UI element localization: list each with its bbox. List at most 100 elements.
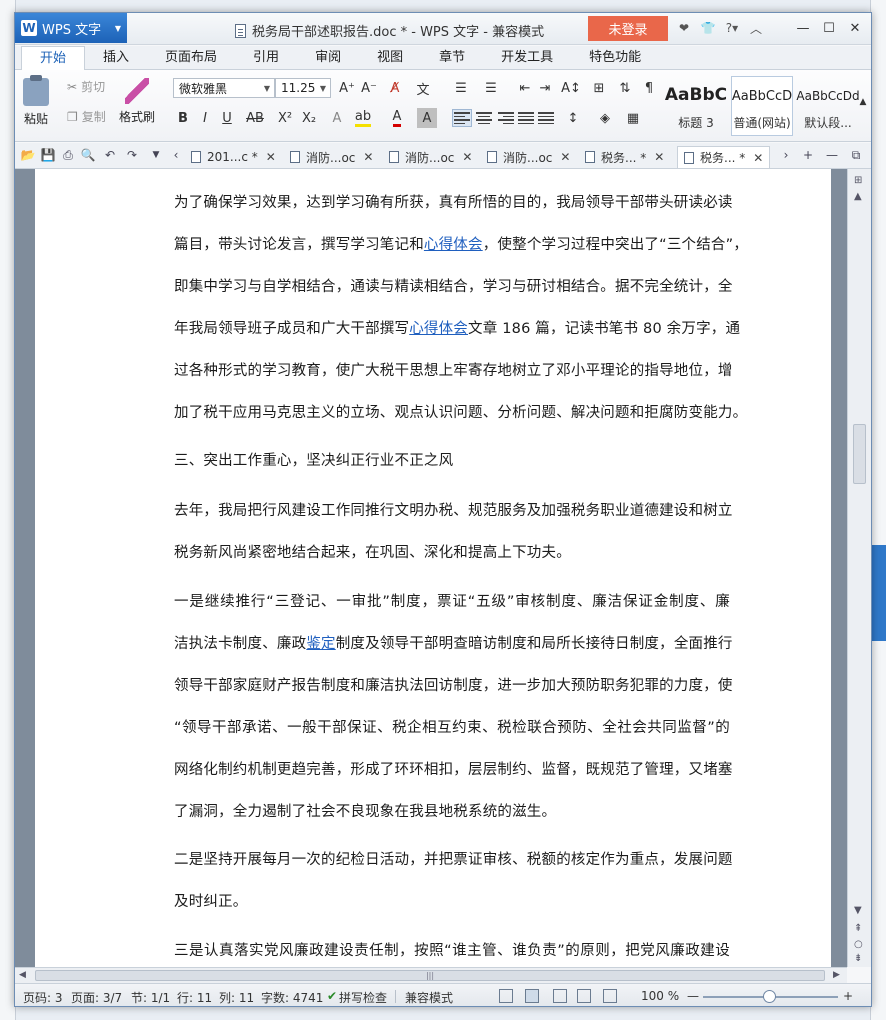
tab-review[interactable]: 审阅: [297, 46, 359, 69]
outline-view-icon[interactable]: [553, 989, 567, 1003]
close-icon[interactable]: ✕: [363, 150, 373, 164]
table-border-icon[interactable]: ⊞: [589, 78, 609, 98]
tab-references[interactable]: 引用: [235, 46, 297, 69]
open-folder-icon[interactable]: 📂: [21, 148, 36, 162]
shrink-font-icon[interactable]: A⁻: [359, 78, 379, 98]
maximize-button[interactable]: ☐: [817, 17, 841, 39]
new-tab-icon[interactable]: +: [801, 148, 815, 162]
hyperlink[interactable]: 鉴定: [306, 636, 335, 652]
app-menu-button[interactable]: W WPS 文字 ▼: [15, 13, 127, 43]
horizontal-scroll-thumb[interactable]: |||: [35, 970, 825, 981]
style-heading3[interactable]: AaBbC 标题 3: [665, 76, 727, 136]
show-marks-icon[interactable]: ¶: [639, 78, 659, 98]
font-name-select[interactable]: 微软雅黑 ▼: [173, 78, 275, 98]
minimize-button[interactable]: —: [791, 17, 815, 39]
scroll-left-icon[interactable]: ◀: [19, 970, 26, 980]
highlight-icon[interactable]: ab: [353, 108, 373, 128]
close-icon[interactable]: ✕: [654, 150, 664, 164]
status-pages[interactable]: 页面: 3/7: [71, 989, 122, 1006]
scroll-down-icon[interactable]: ▼: [854, 905, 862, 916]
next-page-icon[interactable]: ⇟: [854, 953, 862, 964]
align-right-icon[interactable]: [497, 110, 515, 126]
feedback-icon[interactable]: ❤: [675, 19, 693, 37]
tab-insert[interactable]: 插入: [85, 46, 147, 69]
minimize-doc-icon[interactable]: —: [825, 148, 839, 162]
increase-indent-icon[interactable]: ⇥: [535, 78, 555, 98]
doc-tab-active[interactable]: 税务... * ✕: [677, 146, 771, 168]
close-icon[interactable]: ✕: [462, 150, 472, 164]
tab-features[interactable]: 特色功能: [571, 46, 659, 69]
fullscreen-view-icon[interactable]: [499, 989, 513, 1003]
status-spell-check[interactable]: 拼写检查: [339, 989, 387, 1006]
copy-button[interactable]: ❐ 复制: [67, 108, 106, 125]
styles-scroll-icon[interactable]: ▲: [853, 92, 871, 112]
print-preview-icon[interactable]: 🔍: [81, 148, 96, 162]
bold-icon[interactable]: B: [173, 108, 193, 128]
sort-icon[interactable]: ⇅: [615, 78, 635, 98]
decrease-indent-icon[interactable]: ⇤: [515, 78, 535, 98]
quick-access-dropdown-icon[interactable]: ▼: [149, 148, 163, 162]
superscript-icon[interactable]: X²: [275, 108, 295, 128]
zoom-in-icon[interactable]: +: [843, 989, 853, 1003]
char-shading-icon[interactable]: A: [417, 108, 437, 128]
underline-icon[interactable]: U: [217, 108, 237, 128]
scroll-up-icon[interactable]: ▲: [854, 191, 862, 202]
tab-page-layout[interactable]: 页面布局: [147, 46, 235, 69]
close-icon[interactable]: ✕: [560, 150, 570, 164]
tabs-scroll-right-icon[interactable]: ›: [779, 148, 793, 162]
doc-tab[interactable]: 税务... * ✕: [585, 146, 664, 168]
page-view-icon[interactable]: [525, 989, 539, 1003]
status-zoom[interactable]: 100 %: [641, 989, 679, 1003]
italic-icon[interactable]: I: [195, 108, 215, 128]
redo-icon[interactable]: ↷: [125, 148, 139, 162]
cut-button[interactable]: ✂ 剪切: [67, 78, 105, 95]
font-color-icon[interactable]: A: [387, 108, 407, 128]
doc-tab[interactable]: 消防...oc ✕: [487, 146, 570, 168]
tab-chapter[interactable]: 章节: [421, 46, 483, 69]
align-left-icon[interactable]: [452, 109, 472, 127]
style-normal-web[interactable]: AaBbCcD 普通(网站): [731, 76, 793, 136]
distribute-icon[interactable]: [537, 110, 555, 126]
text-effect-icon[interactable]: A: [327, 108, 347, 128]
strikethrough-icon[interactable]: AB: [245, 108, 265, 128]
doc-tab[interactable]: 201...c * ✕: [191, 146, 276, 168]
zoom-out-icon[interactable]: —: [687, 989, 699, 1003]
tab-view[interactable]: 视图: [359, 46, 421, 69]
restore-doc-icon[interactable]: ⧉: [849, 148, 863, 162]
tab-home[interactable]: 开始: [21, 46, 86, 71]
chinese-layout-icon[interactable]: A↕: [561, 78, 581, 98]
skin-icon[interactable]: 👕: [699, 19, 717, 37]
vertical-scroll-thumb[interactable]: [853, 424, 866, 484]
close-icon[interactable]: ✕: [266, 150, 276, 164]
collapse-ribbon-icon[interactable]: ︿: [747, 19, 765, 37]
paste-button[interactable]: 粘贴: [23, 75, 49, 127]
web-view-icon[interactable]: [577, 989, 591, 1003]
phonetic-icon[interactable]: 文: [413, 78, 433, 98]
bullet-list-icon[interactable]: ☰: [451, 78, 471, 98]
reading-view-icon[interactable]: [603, 989, 617, 1003]
undo-icon[interactable]: ↶: [103, 148, 117, 162]
clear-format-icon[interactable]: A̸: [385, 78, 405, 98]
doc-tab[interactable]: 消防...oc ✕: [389, 146, 472, 168]
tab-developer[interactable]: 开发工具: [483, 46, 571, 69]
previous-page-icon[interactable]: ⇞: [854, 923, 862, 934]
spell-check-icon[interactable]: ✔: [327, 989, 337, 1003]
help-icon[interactable]: ?▾: [723, 19, 741, 37]
vertical-scrollbar[interactable]: ⊞ ▲ ▼ ⇞ ○ ⇟: [847, 169, 871, 967]
line-spacing-icon[interactable]: ↕: [563, 108, 583, 128]
tabs-scroll-left-icon[interactable]: ‹: [169, 148, 183, 162]
doc-tab[interactable]: 消防...oc ✕: [290, 146, 373, 168]
document-page[interactable]: 为了确保学习效果，达到学习确有所获，真有所悟的目的，我局领导干部带头研读必读 篇…: [35, 169, 831, 967]
browse-object-icon[interactable]: ○: [854, 939, 863, 950]
print-icon[interactable]: ⎙: [61, 148, 75, 162]
justify-icon[interactable]: [517, 110, 535, 126]
format-painter-button[interactable]: 格式刷: [119, 78, 155, 125]
close-icon[interactable]: ✕: [753, 151, 763, 165]
numbered-list-icon[interactable]: ☰: [481, 78, 501, 98]
close-button[interactable]: ✕: [843, 17, 867, 39]
shading-icon[interactable]: ◈: [595, 108, 615, 128]
horizontal-scrollbar[interactable]: ◀ ||| ▶: [15, 967, 847, 983]
font-size-select[interactable]: 11.25 ▼: [275, 78, 331, 98]
scroll-top-icon[interactable]: ⊞: [854, 175, 862, 186]
align-center-icon[interactable]: [475, 110, 493, 126]
